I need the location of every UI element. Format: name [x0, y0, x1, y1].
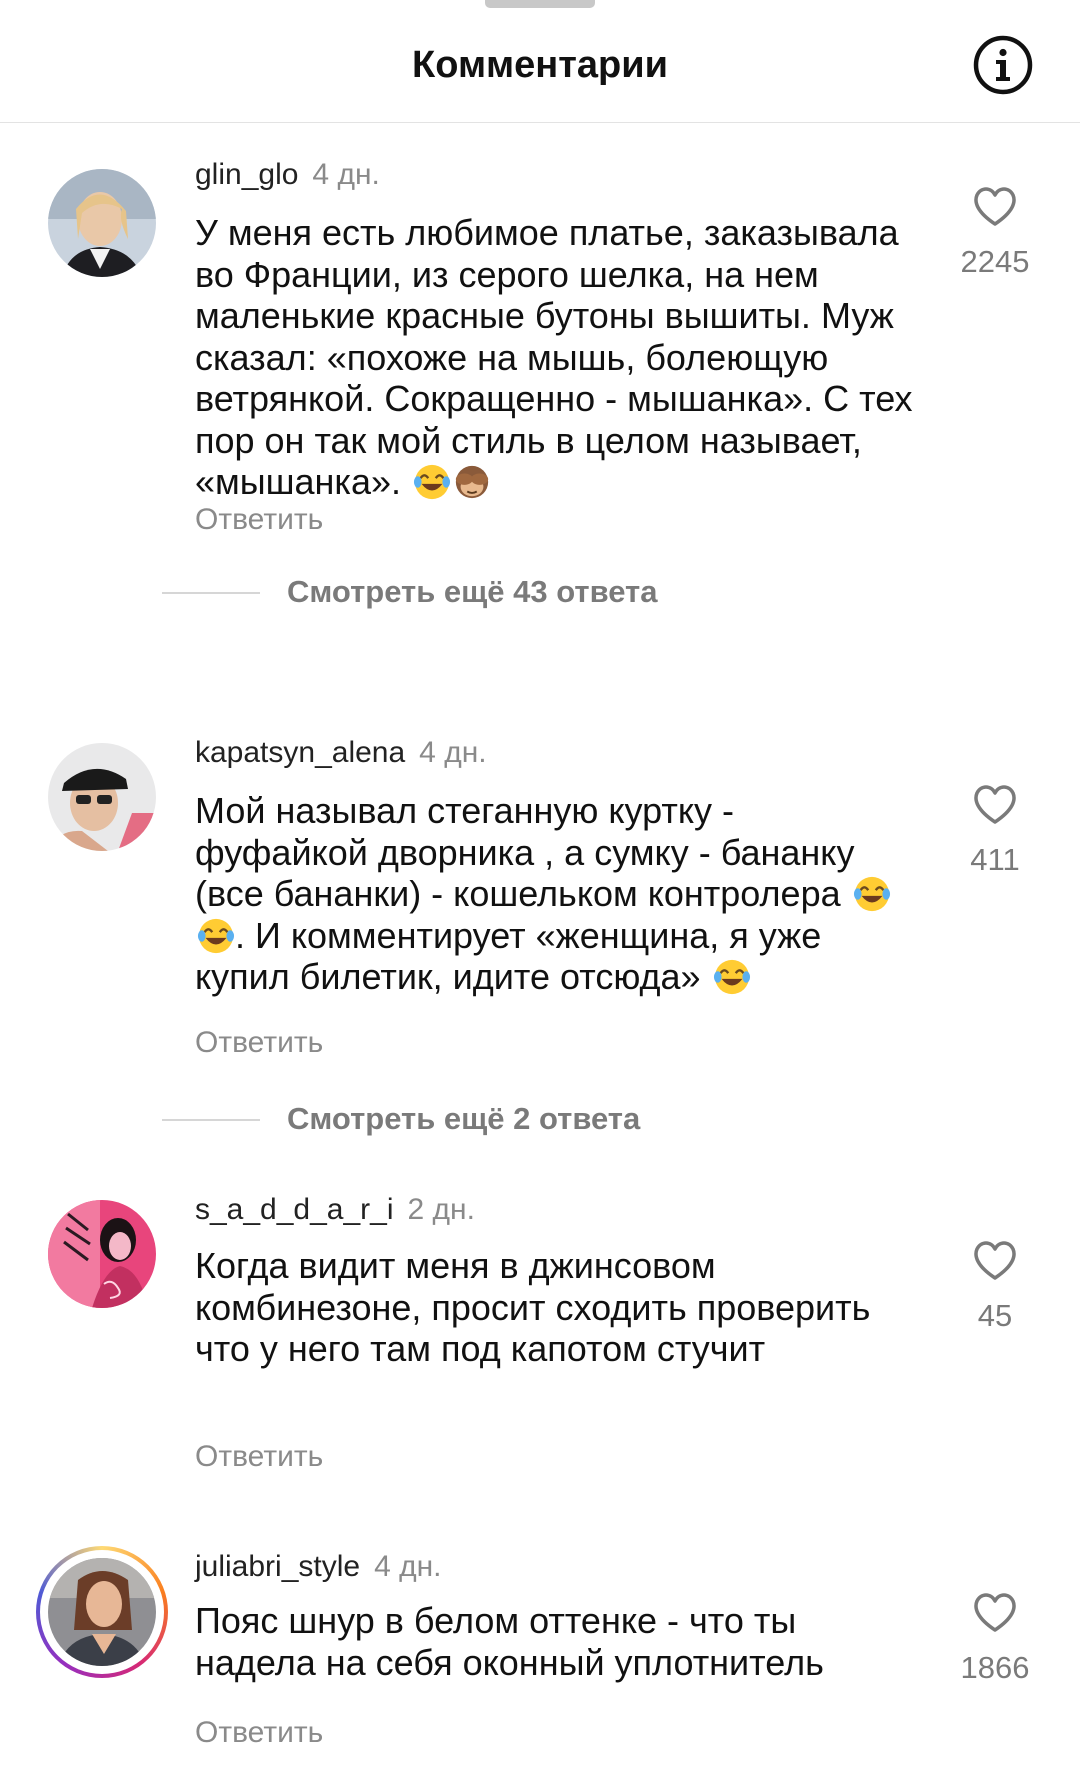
like-block: 2245 [940, 184, 1050, 280]
heart-icon[interactable] [971, 1590, 1019, 1634]
like-count: 2245 [960, 244, 1030, 279]
comment-text: Пояс шнур в белом оттенке - что ты надел… [195, 1600, 824, 1683]
like-count: 45 [977, 1298, 1013, 1333]
like-block: 411 [940, 782, 1050, 878]
avatar[interactable] [48, 1200, 156, 1308]
like-block: 45 [940, 1238, 1050, 1334]
username[interactable]: glin_glo [195, 158, 298, 191]
info-icon[interactable] [972, 34, 1034, 96]
like-block: 1866 [940, 1590, 1050, 1686]
tears-of-joy-emoji [413, 464, 451, 500]
reply-button[interactable]: Ответить [195, 1716, 323, 1750]
tears-of-joy-emoji [853, 876, 890, 912]
comment-meta: juliabri_style 4 дн. [195, 1550, 442, 1584]
reply-button[interactable]: Ответить [195, 503, 323, 537]
view-more-replies[interactable]: Смотреть ещё 2 ответа [0, 1099, 1080, 1139]
comment-text: У меня есть любимое платье, заказывала в… [195, 212, 915, 503]
divider [162, 1119, 260, 1121]
see-no-evil-monkey-emoji [455, 465, 489, 499]
comment-time: 4 дн. [374, 1550, 442, 1583]
comment-meta: glin_glo 4 дн. [195, 158, 380, 192]
heart-icon[interactable] [971, 1238, 1019, 1282]
view-more-replies-label[interactable]: Смотреть ещё 43 ответа [287, 574, 657, 610]
reply-button[interactable]: Ответить [195, 1026, 323, 1060]
comment-text: Когда видит меня в джинсовом комбинезоне… [195, 1245, 871, 1369]
avatar[interactable] [48, 1558, 156, 1666]
divider [162, 592, 260, 594]
view-more-replies-label[interactable]: Смотреть ещё 2 ответа [287, 1101, 640, 1137]
comment-text-part-1: Мой называл стеганную куртку - фуфайкой … [195, 790, 855, 914]
username[interactable]: kapatsyn_alena [195, 736, 405, 769]
heart-icon[interactable] [971, 782, 1019, 826]
view-more-replies[interactable]: Смотреть ещё 43 ответа [0, 572, 1080, 612]
page-title: Комментарии [412, 44, 668, 86]
reply-button[interactable]: Ответить [195, 1440, 323, 1474]
like-count: 411 [970, 842, 1020, 877]
comment-time: 2 дн. [407, 1193, 475, 1226]
comment-meta: s_a_d_d_a_r_i 2 дн. [195, 1193, 475, 1227]
comment-text-body: У меня есть любимое платье, заказывала в… [195, 212, 913, 502]
avatar[interactable] [48, 169, 156, 277]
username[interactable]: s_a_d_d_a_r_i [195, 1193, 394, 1226]
tears-of-joy-emoji [197, 918, 235, 953]
tears-of-joy-emoji [713, 959, 750, 995]
avatar[interactable] [48, 743, 156, 851]
comment-time: 4 дн. [419, 736, 487, 769]
username[interactable]: juliabri_style [195, 1550, 360, 1583]
comments-header: Комментарии [0, 0, 1080, 123]
comment-meta: kapatsyn_alena 4 дн. [195, 736, 487, 770]
comment-text: Мой называл стеганную куртку - фуфайкой … [195, 790, 915, 998]
comment-time: 4 дн. [312, 158, 380, 191]
heart-icon[interactable] [971, 184, 1019, 228]
like-count: 1866 [960, 1650, 1030, 1685]
